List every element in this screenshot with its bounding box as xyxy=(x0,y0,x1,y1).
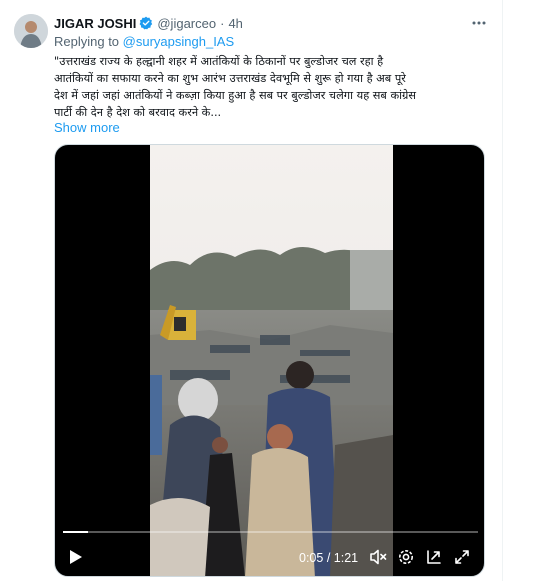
replying-to: Replying to @suryapsingh_IAS xyxy=(54,34,234,49)
video-player[interactable]: 0:05 / 1:21 xyxy=(54,144,485,577)
header-separator: · xyxy=(220,15,225,31)
timeline-divider xyxy=(502,0,503,581)
fullscreen-icon[interactable] xyxy=(452,547,472,567)
current-time: 0:05 xyxy=(299,551,324,565)
video-frame xyxy=(150,145,393,576)
settings-icon[interactable] xyxy=(396,547,416,567)
tweet-text-line: आतंकियों का सफाया करने का शुभ आरंभ उत्तर… xyxy=(54,72,406,85)
tweet-timestamp[interactable]: 4h xyxy=(228,16,242,31)
tweet-text-line: "उत्तराखंड राज्य के हल्द्वानी शहर में आत… xyxy=(54,55,384,68)
tweet-header: JIGAR JOSHI @jigarceo · 4h xyxy=(54,14,243,32)
pip-icon[interactable] xyxy=(424,547,444,567)
tweet-text: "उत्तराखंड राज्य के हल्द्वानी शहर में आत… xyxy=(54,53,494,121)
show-more-link[interactable]: Show more xyxy=(54,120,120,135)
tweet-text-line: पार्टी की देन है देश को बरवाद करने के... xyxy=(54,106,222,119)
reply-to-handle[interactable]: @suryapsingh_IAS xyxy=(123,34,234,49)
video-progress-bar[interactable] xyxy=(63,531,478,533)
time-separator: / xyxy=(326,551,331,565)
duration: 1:21 xyxy=(333,551,359,565)
video-timecode: 0:05 / 1:21 xyxy=(299,551,358,565)
reply-prefix: Replying to xyxy=(54,34,120,49)
author-name[interactable]: JIGAR JOSHI xyxy=(54,16,136,31)
avatar[interactable] xyxy=(14,14,48,48)
verified-badge-icon xyxy=(139,16,153,30)
play-icon[interactable] xyxy=(65,547,85,567)
video-progress-fill xyxy=(63,531,88,533)
tweet-text-line: देश में जहां जहां आतंकियों ने कब्ज़ा किय… xyxy=(54,89,417,102)
more-options-icon[interactable] xyxy=(470,14,488,32)
mute-icon[interactable] xyxy=(368,547,388,567)
author-handle[interactable]: @jigarceo xyxy=(157,16,216,31)
video-controls: 0:05 / 1:21 xyxy=(55,543,484,573)
